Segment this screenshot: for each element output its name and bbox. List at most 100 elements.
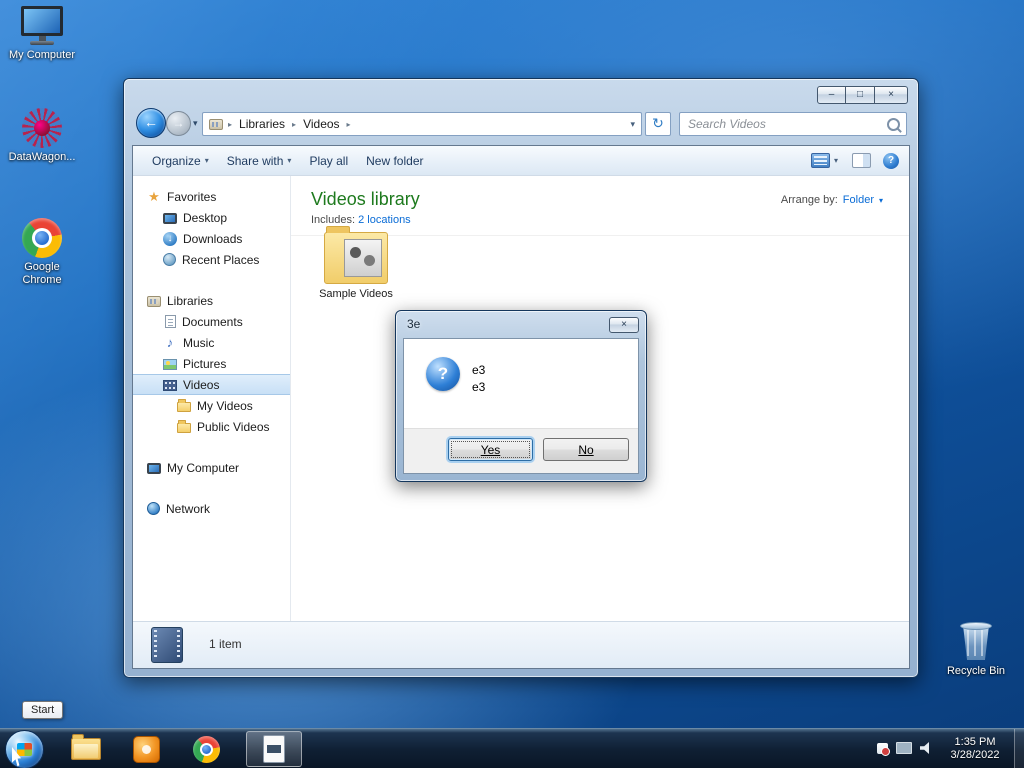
sidebar-item-desktop[interactable]: Desktop	[133, 207, 290, 228]
preview-pane-icon[interactable]	[852, 153, 871, 168]
desktop-icon-label: Google	[24, 261, 60, 273]
documents-icon	[165, 315, 176, 328]
command-bar: Organize ▾ Share with ▾ Play all New folde…	[133, 146, 909, 176]
sidebar-item-public-videos[interactable]: Public Videos	[133, 416, 290, 437]
details-pane: 1 item	[133, 621, 909, 668]
sample-videos-folder[interactable]: Sample Videos	[317, 226, 395, 300]
question-icon: ?	[426, 357, 460, 391]
network-status-icon[interactable]	[896, 742, 912, 754]
dialog-close-button[interactable]: ×	[609, 317, 639, 333]
downloads-icon: ↓	[163, 231, 177, 246]
search-input[interactable]	[686, 116, 887, 132]
address-dropdown-icon[interactable]: ▾	[630, 119, 635, 130]
clock-date: 3/28/2022	[950, 749, 1000, 761]
share-with-menu[interactable]: Share with ▾	[218, 150, 301, 172]
close-button[interactable]: ×	[875, 86, 908, 104]
desktop-icon-label: My Computer	[8, 49, 76, 61]
dialog-message: e3 e3	[472, 363, 486, 394]
yes-button[interactable]: Yes	[448, 438, 533, 461]
breadcrumb-videos[interactable]: Videos	[297, 115, 345, 133]
location-icon	[209, 119, 223, 130]
desktop-icon-datawagon[interactable]: DataWagon...	[6, 108, 78, 164]
taskbar-item-chrome[interactable]	[182, 731, 230, 767]
sidebar-item-network[interactable]: Network	[133, 498, 290, 519]
show-desktop-button[interactable]	[1014, 729, 1024, 768]
address-bar[interactable]: ▸ Libraries ▸ Videos ▸ ▾	[202, 112, 642, 136]
sidebar-item-videos[interactable]: Videos	[133, 374, 290, 395]
recycle-bin-icon	[959, 620, 993, 662]
arrange-by-control[interactable]: Arrange by: Folder ▾	[781, 194, 883, 206]
sidebar-item-pictures[interactable]: Pictures	[133, 353, 290, 374]
organize-menu[interactable]: Organize ▾	[143, 150, 218, 172]
maximize-button[interactable]: □	[846, 86, 875, 104]
app-window-icon	[263, 735, 285, 763]
desktop-icon-my-computer[interactable]: My Computer	[6, 6, 78, 62]
refresh-icon: ↻	[652, 115, 664, 131]
desktop-icon-recycle-bin[interactable]: Recycle Bin	[940, 620, 1012, 678]
desktop-icon-google-chrome[interactable]: Google Chrome	[6, 218, 78, 287]
views-button[interactable]: ▾	[809, 149, 840, 172]
search-icon[interactable]	[887, 117, 900, 131]
taskbar-item-media-player[interactable]	[122, 731, 170, 767]
play-all-button[interactable]: Play all	[300, 150, 357, 172]
taskbar: 1:35 PM 3/28/2022	[0, 728, 1024, 768]
breadcrumb-separator-icon: ▸	[292, 119, 297, 129]
command-bar-right: ▾ ?	[809, 149, 899, 172]
desktop-icon-label: Recycle Bin	[946, 665, 1006, 677]
media-player-icon	[132, 735, 160, 763]
window-caption-buttons: – □ ×	[817, 86, 908, 104]
video-thumbnail	[344, 239, 382, 277]
sidebar-item-downloads[interactable]: ↓ Downloads	[133, 228, 290, 249]
network-icon	[147, 502, 160, 515]
taskbar-item-explorer[interactable]	[62, 731, 110, 767]
sidebar-item-favorites[interactable]: ★ Favorites	[133, 186, 290, 207]
back-icon: ←	[144, 114, 158, 130]
minimize-icon: –	[828, 89, 835, 100]
back-button[interactable]: ←	[136, 108, 166, 138]
maximize-icon: □	[856, 89, 864, 100]
action-center-icon[interactable]	[877, 742, 890, 756]
forward-button[interactable]: →	[166, 111, 191, 136]
recent-pages-dropdown-icon[interactable]: ▾	[193, 118, 198, 129]
taskbar-item-active-app[interactable]	[246, 731, 302, 767]
breadcrumb-libraries[interactable]: Libraries	[233, 115, 291, 133]
clock-time: 1:35 PM	[954, 736, 996, 748]
pictures-icon	[163, 358, 177, 370]
breadcrumb-separator-icon: ▸	[346, 119, 351, 129]
close-icon: ×	[888, 89, 894, 100]
windows-logo-icon	[17, 743, 32, 756]
sidebar-item-libraries[interactable]: Libraries	[133, 290, 290, 311]
forward-icon: →	[172, 116, 185, 130]
folder-icon	[177, 420, 191, 433]
sidebar-item-my-computer[interactable]: My Computer	[133, 457, 290, 478]
help-icon[interactable]: ?	[883, 152, 899, 169]
sidebar-item-my-videos[interactable]: My Videos	[133, 395, 290, 416]
new-folder-button[interactable]: New folder	[357, 150, 432, 172]
library-header: Videos library Includes: 2 locations Arr…	[291, 176, 909, 236]
library-includes: Includes: 2 locations	[311, 214, 411, 226]
volume-icon[interactable]	[920, 742, 929, 754]
start-tooltip: Start	[22, 701, 64, 719]
refresh-button[interactable]: ↻	[645, 112, 671, 136]
navigation-pane: ★ Favorites Desktop ↓ Downloads Recent Pla…	[133, 176, 291, 622]
no-button[interactable]: No	[543, 438, 629, 461]
computer-icon	[147, 462, 161, 474]
chevron-down-icon: ▾	[833, 156, 838, 165]
desktop: My Computer DataWagon... Google Chrome R…	[0, 0, 1024, 768]
desktop-icon-label: Chrome	[22, 274, 62, 286]
favorites-star-icon: ★	[148, 188, 160, 204]
sidebar-item-music[interactable]: ♪ Music	[133, 332, 290, 353]
chrome-icon	[22, 218, 62, 258]
sidebar-item-recent-places[interactable]: Recent Places	[133, 249, 290, 270]
folder-icon	[324, 226, 388, 284]
explorer-icon	[71, 734, 101, 760]
taskbar-clock[interactable]: 1:35 PM 3/28/2022	[938, 736, 1012, 762]
minimize-button[interactable]: –	[817, 86, 846, 104]
chevron-down-icon: ▾	[204, 156, 209, 165]
sidebar-item-documents[interactable]: Documents	[133, 311, 290, 332]
music-icon: ♪	[166, 334, 174, 350]
chevron-down-icon: ▾	[878, 195, 883, 205]
locations-link[interactable]: 2 locations	[358, 214, 411, 226]
start-button[interactable]	[5, 730, 44, 768]
desktop-icon-label: DataWagon...	[8, 151, 76, 163]
